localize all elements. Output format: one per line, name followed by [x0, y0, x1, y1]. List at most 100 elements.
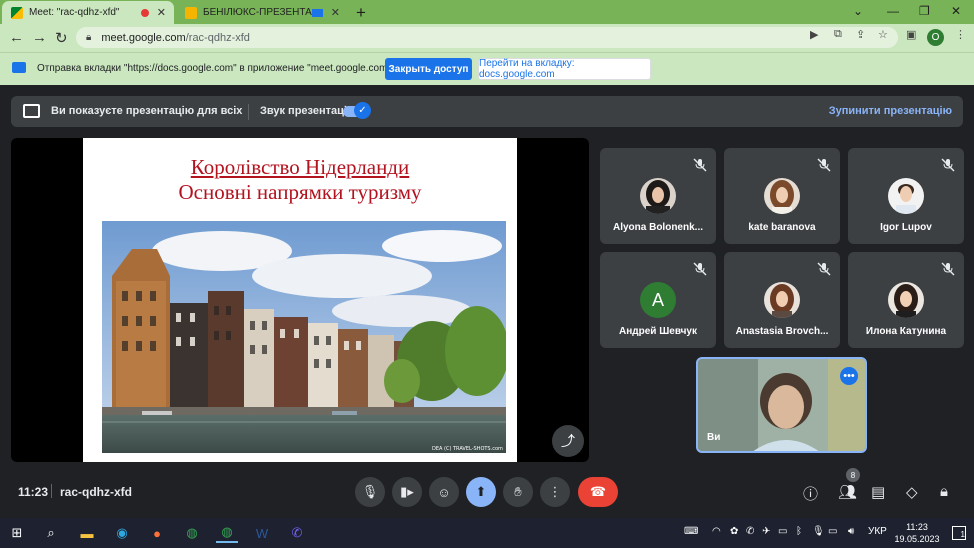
- forward-icon[interactable]: →: [32, 29, 47, 46]
- share-icon[interactable]: ⤴: [552, 425, 584, 457]
- divider: [51, 484, 52, 498]
- tab-meet[interactable]: Meet: "rac-qdhz-xfd" ✕: [2, 1, 174, 24]
- microphone-button[interactable]: 🎙︎: [355, 477, 385, 507]
- browser-menu-icon[interactable]: ⋮: [955, 28, 966, 41]
- mic-off-icon: [693, 158, 707, 172]
- restore-icon[interactable]: ❐: [919, 4, 930, 18]
- presentation-sound-label: Звук презентації: [260, 105, 351, 117]
- back-icon[interactable]: ←: [9, 29, 24, 46]
- viber-icon[interactable]: ✆: [286, 523, 308, 543]
- participant-tile[interactable]: Igor Lupov: [848, 148, 964, 244]
- translate-icon[interactable]: ⧉: [834, 28, 842, 41]
- self-video-tile[interactable]: Ви •••: [696, 357, 867, 453]
- address-url: meet.google.com/rac-qdhz-xfd: [101, 32, 250, 44]
- participant-name: Андрей Шевчук: [619, 326, 697, 337]
- emoji-icon: ☺: [437, 484, 451, 500]
- language-indicator[interactable]: УКР: [868, 526, 887, 537]
- wifi-icon[interactable]: ◠: [712, 526, 721, 537]
- reactions-button[interactable]: ☺: [429, 477, 459, 507]
- participant-name: kate baranova: [748, 222, 816, 233]
- keyboard-icon[interactable]: ⌨: [684, 526, 698, 537]
- host-controls-icon[interactable]: 🔒︎: [940, 483, 948, 500]
- camera-button[interactable]: ▮▸: [392, 477, 422, 507]
- chrome-active-icon[interactable]: ◍: [216, 523, 238, 543]
- notification-count: 1: [960, 530, 965, 539]
- meeting-info-icon[interactable]: ⓘ: [803, 483, 818, 504]
- close-icon[interactable]: ✕: [157, 6, 166, 19]
- participant-count-badge: 8: [846, 468, 860, 482]
- tray-display-icon[interactable]: ▭: [778, 526, 787, 537]
- clock-date: 19.05.2023: [894, 534, 940, 544]
- file-explorer-icon[interactable]: ▬: [76, 523, 98, 543]
- presenting-banner: Ви показуєте презентацію для всіх Звук п…: [11, 96, 963, 127]
- share-page-icon[interactable]: ⇪: [856, 28, 865, 41]
- reload-icon[interactable]: ↻: [55, 29, 68, 47]
- tab-search-icon[interactable]: ⌄: [853, 4, 863, 18]
- bluetooth-icon[interactable]: ᛒ: [796, 526, 802, 537]
- address-bar[interactable]: 🔒︎ meet.google.com/rac-qdhz-xfd: [76, 27, 898, 48]
- window-close-icon[interactable]: ✕: [951, 4, 961, 18]
- more-vert-icon: ⋮: [548, 484, 562, 499]
- search-icon[interactable]: ⌕: [40, 523, 62, 543]
- goto-tab-button[interactable]: Перейти на вкладку: docs.google.com: [478, 58, 651, 80]
- slide-title: Королівство Нідерланди: [190, 155, 410, 179]
- tab-cast-icon: [12, 62, 26, 73]
- participant-tile[interactable]: Anastasia Brovch...: [724, 252, 840, 348]
- participant-name: Илона Катунина: [865, 326, 947, 337]
- lock-icon: 🔒︎: [86, 32, 92, 43]
- stop-sharing-button[interactable]: Закрыть доступ: [385, 58, 472, 80]
- present-button[interactable]: ⬆: [466, 477, 496, 507]
- hand-icon: ✋︎: [514, 484, 522, 499]
- camera-in-use-icon[interactable]: ▶: [810, 28, 818, 41]
- mic-off-icon: [941, 158, 955, 172]
- participant-tile[interactable]: Илона Катунина: [848, 252, 964, 348]
- amsterdam-canal-photo: DEA (C) TRAVEL-SHOTS.com: [102, 221, 506, 453]
- notifications-icon[interactable]: 1: [952, 526, 966, 540]
- volume-icon[interactable]: 🔊︎: [848, 526, 854, 537]
- people-icon[interactable]: 👥︎: [838, 483, 857, 501]
- stop-presenting-button[interactable]: Зупинити презентацію: [829, 105, 952, 117]
- photo-watermark: DEA (C) TRAVEL-SHOTS.com: [432, 446, 503, 452]
- word-icon[interactable]: W: [251, 523, 273, 543]
- network-icon[interactable]: ▭: [828, 526, 837, 537]
- close-icon[interactable]: ✕: [331, 6, 340, 19]
- browser-tab-strip: Meet: "rac-qdhz-xfd" ✕ БЕНІЛЮКС-ПРЕЗЕНТА…: [0, 0, 974, 24]
- url-domain: meet.google.com: [101, 31, 186, 44]
- firefox-icon[interactable]: ●: [146, 523, 168, 543]
- tray-app-icon[interactable]: ✿: [730, 526, 738, 537]
- side-panel-icon[interactable]: ▣: [906, 28, 916, 41]
- edge-browser-icon[interactable]: ◉: [111, 523, 133, 543]
- chrome-icon[interactable]: ◍: [181, 523, 203, 543]
- participant-tile[interactable]: Alyona Bolonenk...: [600, 148, 716, 244]
- tray-telegram-icon[interactable]: ✈: [762, 526, 770, 537]
- tab-slides-label: БЕНІЛЮКС-ПРЕЗЕНТА.ppt -: [203, 7, 312, 18]
- windows-start-icon[interactable]: ⊞: [6, 523, 28, 543]
- participant-tile[interactable]: A Андрей Шевчук: [600, 252, 716, 348]
- avatar-letter: A: [651, 289, 664, 310]
- new-tab-button[interactable]: +: [356, 3, 366, 23]
- meet-favicon-icon: [11, 6, 23, 19]
- chat-icon[interactable]: ▤: [871, 483, 885, 501]
- avatar: [888, 178, 924, 214]
- minimize-icon[interactable]: —: [887, 4, 899, 18]
- microphone-tray-icon[interactable]: 🎙︎: [812, 526, 825, 537]
- recording-indicator-icon: [140, 8, 149, 17]
- participant-name: Alyona Bolonenk...: [612, 222, 703, 233]
- meeting-time: 11:23: [18, 485, 49, 499]
- avatar: [764, 282, 800, 318]
- avatar-initial: A: [640, 282, 676, 318]
- check-icon[interactable]: ✓: [354, 102, 371, 119]
- more-options-button[interactable]: ⋮: [540, 477, 570, 507]
- system-clock[interactable]: 11:23 19.05.2023: [892, 521, 942, 545]
- end-call-button[interactable]: ☎︎: [578, 477, 618, 507]
- raise-hand-button[interactable]: ✋︎: [503, 477, 533, 507]
- participant-tile[interactable]: kate baranova: [724, 148, 840, 244]
- meeting-code: rac-qdhz-xfd: [60, 485, 132, 499]
- profile-avatar[interactable]: O: [927, 29, 944, 46]
- tab-slides[interactable]: БЕНІЛЮКС-ПРЕЗЕНТА.ppt - ✕: [176, 1, 348, 24]
- bookmark-star-icon[interactable]: ☆: [878, 28, 888, 41]
- more-options-icon[interactable]: •••: [840, 367, 858, 385]
- activities-icon[interactable]: ◇: [906, 483, 918, 501]
- tray-viber-icon[interactable]: ✆: [746, 526, 754, 537]
- participant-name: Igor Lupov: [880, 222, 932, 233]
